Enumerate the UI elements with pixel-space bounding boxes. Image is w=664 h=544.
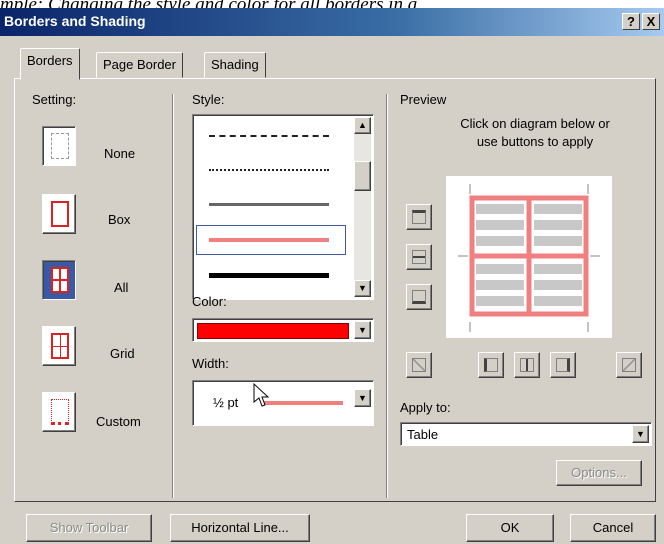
tab-shading[interactable]: Shading: [204, 52, 266, 78]
cancel-button[interactable]: Cancel: [570, 514, 656, 542]
preview-table-diagram: [458, 184, 600, 332]
setting-none-thumb: [51, 133, 69, 159]
scroll-up-arrow-icon[interactable]: ▲: [354, 117, 371, 134]
diagonal-down-icon: [622, 358, 636, 372]
width-label: Width:: [192, 356, 229, 371]
diagonal-up-icon: [412, 358, 426, 372]
close-button[interactable]: X: [642, 13, 660, 30]
preview-instruction-line2: use buttons to apply: [476, 134, 594, 149]
options-button[interactable]: Options...: [556, 460, 642, 486]
setting-custom-thumb: [51, 399, 69, 425]
inside-vertical-border-button[interactable]: [514, 352, 540, 378]
tab-borders[interactable]: Borders: [20, 48, 80, 80]
apply-to-label: Apply to:: [400, 400, 451, 415]
setting-custom-button[interactable]: [42, 392, 76, 432]
apply-to-dropdown-arrow-icon[interactable]: ▼: [632, 425, 649, 443]
bottom-border-icon: [412, 290, 426, 304]
apply-to-value: Table: [407, 427, 439, 442]
apply-to-select[interactable]: Table ▼: [400, 422, 652, 446]
setting-box-label: Box: [108, 212, 131, 227]
width-line-sample: [263, 401, 343, 405]
color-dropdown-arrow-icon[interactable]: ▼: [354, 321, 371, 339]
top-border-button[interactable]: [406, 204, 432, 230]
width-combo[interactable]: ½ pt ▼: [192, 380, 374, 426]
width-value: ½ pt: [213, 395, 239, 410]
divider-right: [386, 94, 388, 498]
scroll-thumb[interactable]: [354, 161, 371, 191]
style-label: Style:: [192, 92, 225, 107]
style-scrollbar[interactable]: ▲ ▼: [354, 117, 371, 297]
left-border-icon: [484, 358, 498, 372]
setting-custom-label: Custom: [96, 414, 141, 429]
style-line-single[interactable]: [209, 203, 329, 206]
right-border-icon: [556, 358, 570, 372]
inside-vertical-border-icon: [520, 358, 534, 372]
tab-page-border[interactable]: Page Border: [96, 52, 183, 78]
top-border-icon: [412, 210, 426, 224]
inside-horizontal-border-icon: [412, 250, 426, 264]
inside-horizontal-border-button[interactable]: [406, 244, 432, 270]
preview-area[interactable]: [446, 176, 612, 338]
mouse-cursor-icon: [253, 383, 270, 407]
style-line-dotted[interactable]: [209, 169, 329, 171]
width-dropdown-arrow-icon[interactable]: ▼: [354, 389, 371, 407]
setting-grid-thumb: [51, 333, 69, 359]
ok-button[interactable]: OK: [466, 514, 554, 542]
setting-all-button[interactable]: [42, 260, 76, 300]
color-swatch: [197, 323, 349, 339]
color-label: Color:: [192, 294, 227, 309]
divider-left: [172, 94, 174, 498]
setting-grid-label: Grid: [110, 346, 135, 361]
diagonal-up-button[interactable]: [616, 352, 642, 378]
left-border-button[interactable]: [478, 352, 504, 378]
borders-and-shading-dialog: Borders and Shading ? X Borders Page Bor…: [0, 8, 664, 544]
window-title: Borders and Shading: [4, 13, 146, 29]
style-line-dash-dot[interactable]: [209, 135, 329, 137]
style-selected-frame: [196, 225, 346, 255]
bottom-border-button[interactable]: [406, 284, 432, 310]
help-button[interactable]: ?: [622, 13, 640, 30]
style-list[interactable]: ▲ ▼: [192, 114, 374, 300]
setting-all-thumb: [51, 267, 69, 293]
diagonal-down-button[interactable]: [406, 352, 432, 378]
setting-none-label: None: [104, 146, 136, 161]
setting-box-button[interactable]: [42, 194, 76, 234]
color-combo[interactable]: ▼: [192, 318, 374, 342]
setting-box-thumb: [51, 201, 69, 227]
preview-instruction-line1: Click on diagram below or: [460, 116, 610, 131]
preview-label: Preview: [400, 92, 447, 107]
setting-label: Setting:: [32, 92, 77, 107]
right-border-button[interactable]: [550, 352, 576, 378]
setting-none-button[interactable]: [42, 126, 76, 166]
title-bar[interactable]: Borders and Shading ? X: [0, 8, 664, 36]
show-toolbar-button[interactable]: Show Toolbar: [26, 514, 152, 542]
setting-grid-button[interactable]: [42, 326, 76, 366]
style-line-selected[interactable]: [209, 238, 329, 242]
style-line-thick[interactable]: [209, 273, 329, 278]
setting-all-label: All: [114, 280, 129, 295]
horizontal-line-button[interactable]: Horizontal Line...: [170, 514, 310, 542]
scroll-down-arrow-icon[interactable]: ▼: [354, 280, 371, 297]
